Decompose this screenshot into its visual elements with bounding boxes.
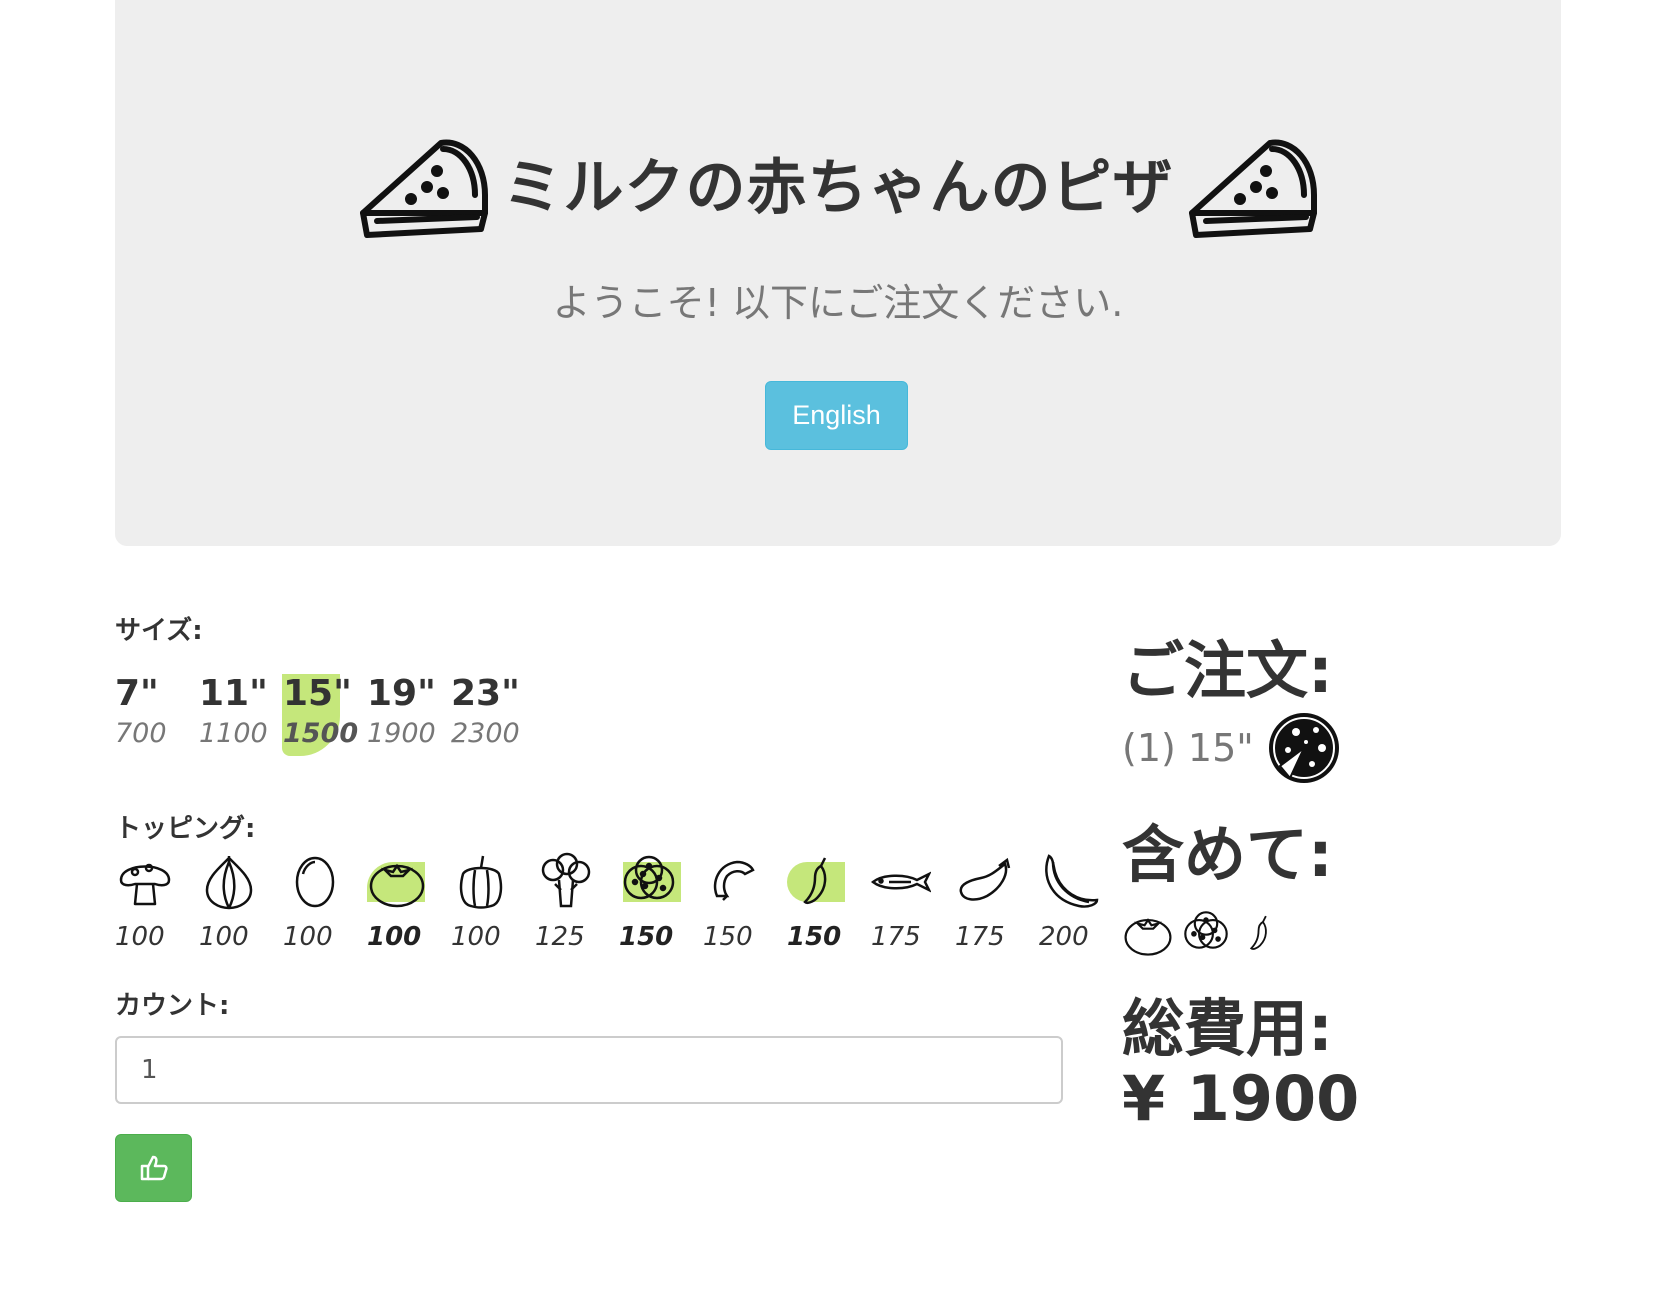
size-option-label: 19" <box>367 673 436 714</box>
topping-chili-pepper[interactable]: 150 <box>787 852 871 952</box>
chili-pepper-icon <box>803 857 827 905</box>
size-option-price: 700 <box>115 718 167 749</box>
size-option-23[interactable]: 23" 2300 <box>451 672 535 749</box>
total-price: ¥ 1900 <box>1122 1062 1360 1135</box>
pepperoni-icon <box>623 855 675 900</box>
size-option-11[interactable]: 11" 1100 <box>199 672 283 749</box>
size-option-7[interactable]: 7" 700 <box>115 672 199 749</box>
topping-eggplant[interactable]: 175 <box>955 852 1039 952</box>
hero-banner: ミルクの赤ちゃんのピザ ようこそ! 以下にご注文ください. English <box>115 0 1561 546</box>
topping-price: 100 <box>367 922 422 952</box>
size-options: 7" 700 11" 1100 15" 1500 19" 1900 23" 23… <box>115 672 535 756</box>
size-option-label: 23" <box>451 673 520 714</box>
order-summary: ご注文: (1) 15" 含めて: 総費用: ¥ 1900 <box>1122 640 1542 1130</box>
topping-price: 150 <box>787 922 842 952</box>
size-option-19[interactable]: 19" 1900 <box>367 672 451 749</box>
topping-price: 125 <box>535 922 585 952</box>
sausage-icon <box>713 860 755 901</box>
count-input[interactable] <box>115 1036 1063 1104</box>
topping-mushroom[interactable]: 100 <box>115 852 199 952</box>
topping-price: 175 <box>871 922 921 952</box>
language-toggle-button[interactable]: English <box>765 381 908 450</box>
size-option-price: 1500 <box>283 718 359 749</box>
topping-banana[interactable]: 200 <box>1039 852 1123 952</box>
eggplant-icon <box>959 857 1011 901</box>
topping-options: 100 100 100 100 100 125 150 150 150 175 … <box>115 852 1123 952</box>
pizza-slice-icon <box>1188 139 1317 238</box>
topping-price: 100 <box>451 922 501 952</box>
size-option-label: 15" <box>283 673 352 714</box>
included-heading: 含めて: <box>1122 818 1333 891</box>
topping-tomato[interactable]: 100 <box>367 852 451 952</box>
welcome-subtitle: ようこそ! 以下にご注文ください. <box>552 281 1124 325</box>
topping-olive[interactable]: 100 <box>283 852 367 952</box>
toppings-label: トッピング: <box>115 814 256 844</box>
pizza-slice-icon <box>359 139 488 238</box>
thumbs-up-icon <box>140 1155 168 1181</box>
page-title: ミルクの赤ちゃんのピザ <box>502 153 1174 223</box>
hero-title-row: ミルクの赤ちゃんのピザ <box>115 135 1561 241</box>
topping-bell-pepper[interactable]: 100 <box>451 852 535 952</box>
mushroom-icon <box>119 863 171 906</box>
chili-pepper-icon <box>1249 915 1267 950</box>
order-heading: ご注文: <box>1122 634 1333 707</box>
submit-order-button[interactable] <box>115 1134 192 1202</box>
pizza-icon <box>1268 713 1339 783</box>
total-heading: 総費用: <box>1122 992 1333 1065</box>
included-toppings <box>1122 908 1542 958</box>
size-option-price: 1100 <box>199 718 268 749</box>
bell-pepper-icon <box>459 855 503 909</box>
topping-sausage[interactable]: 150 <box>703 852 787 952</box>
topping-pepperoni[interactable]: 150 <box>619 852 703 952</box>
size-option-price: 1900 <box>367 718 436 749</box>
topping-price: 150 <box>619 922 674 952</box>
topping-price: 175 <box>955 922 1005 952</box>
topping-broccoli[interactable]: 125 <box>535 852 619 952</box>
onion-icon <box>205 856 253 910</box>
olive-icon <box>295 856 335 908</box>
topping-price: 100 <box>115 922 165 952</box>
broccoli-icon <box>541 852 591 908</box>
size-option-label: 7" <box>115 673 159 714</box>
size-option-price: 2300 <box>451 718 520 749</box>
topping-price: 200 <box>1039 922 1089 952</box>
pepperoni-icon <box>1184 911 1228 949</box>
banana-icon <box>1045 854 1099 908</box>
topping-price: 100 <box>283 922 333 952</box>
order-line: (1) 15" <box>1122 710 1542 786</box>
size-label: サイズ: <box>115 616 203 646</box>
count-label: カウント: <box>115 991 230 1021</box>
size-option-label: 11" <box>199 673 268 714</box>
topping-onion[interactable]: 100 <box>199 852 283 952</box>
topping-price: 150 <box>703 922 753 952</box>
topping-price: 100 <box>199 922 249 952</box>
tomato-icon <box>369 863 425 908</box>
size-option-15[interactable]: 15" 1500 <box>282 672 367 756</box>
anchovy-icon <box>871 871 931 893</box>
tomato-icon <box>1124 918 1172 956</box>
order-line-text: (1) 15" <box>1122 726 1254 770</box>
topping-anchovy[interactable]: 175 <box>871 852 955 952</box>
